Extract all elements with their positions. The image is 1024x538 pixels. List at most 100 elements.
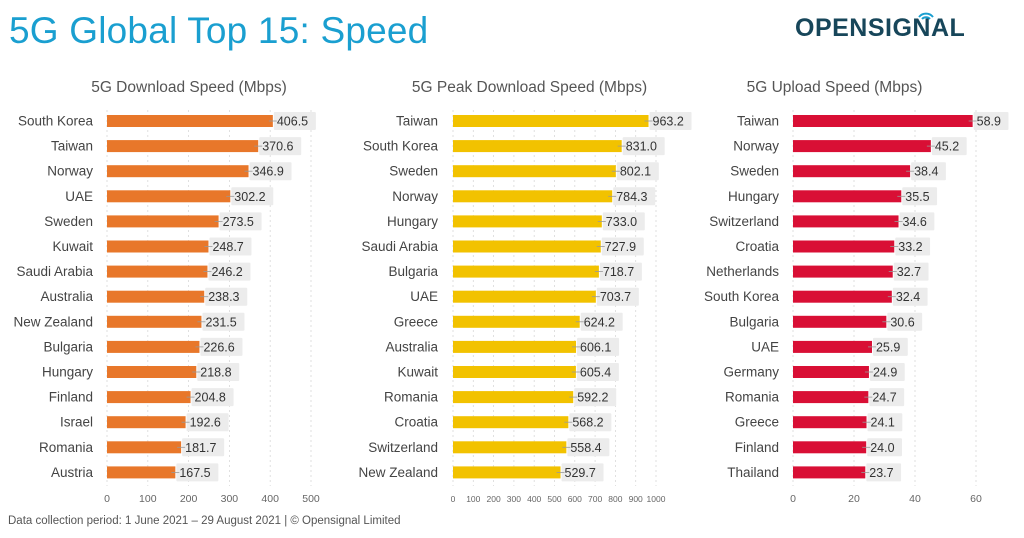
category-label: Kuwait — [397, 365, 438, 380]
category-label: Germany — [723, 365, 779, 380]
x-tick-label: 500 — [547, 494, 561, 504]
category-label: UAE — [751, 339, 779, 354]
footer-note: Data collection period: 1 June 2021 – 29… — [8, 515, 401, 527]
category-label: UAE — [410, 289, 438, 304]
x-tick-label: 500 — [302, 493, 320, 505]
category-label: Bulgaria — [729, 314, 779, 329]
bar — [793, 366, 869, 378]
bar — [107, 466, 176, 479]
x-tick-label: 800 — [608, 494, 622, 504]
category-label: Romania — [39, 440, 94, 455]
category-label: Bulgaria — [388, 264, 438, 279]
bar — [793, 315, 887, 328]
category-label: Romania — [384, 390, 439, 405]
category-label: South Korea — [363, 139, 439, 154]
value-label: 238.3 — [208, 290, 239, 304]
x-tick-label: 0 — [104, 493, 110, 505]
category-label: Sweden — [389, 164, 438, 179]
category-label: Taiwan — [51, 139, 93, 154]
value-label: 529.7 — [565, 466, 596, 480]
value-label: 605.4 — [580, 366, 611, 380]
category-label: Sweden — [44, 214, 93, 229]
value-label: 58.9 — [977, 115, 1001, 129]
x-tick-label: 200 — [487, 494, 501, 504]
value-label: 25.9 — [876, 340, 900, 354]
category-label: Austria — [51, 465, 94, 480]
category-label: Croatia — [735, 239, 779, 254]
bar — [453, 240, 601, 253]
category-label: Saudi Arabia — [361, 239, 438, 254]
category-label: UAE — [65, 189, 93, 204]
category-label: Croatia — [394, 415, 438, 430]
bar — [453, 441, 567, 454]
bar — [793, 140, 931, 153]
x-tick-label: 0 — [451, 494, 456, 504]
category-label: Switzerland — [709, 214, 779, 229]
category-label: Australia — [40, 289, 93, 304]
bar — [107, 240, 209, 253]
bar — [453, 190, 613, 203]
bar — [453, 265, 599, 278]
x-tick-label: 300 — [507, 494, 521, 504]
value-label: 24.0 — [870, 441, 894, 455]
bar — [793, 391, 869, 404]
category-label: Thailand — [727, 465, 779, 480]
bar — [793, 115, 973, 127]
value-label: 727.9 — [605, 240, 636, 254]
value-label: 32.7 — [897, 265, 921, 279]
x-tick-label: 600 — [568, 494, 582, 504]
category-label: Norway — [392, 189, 438, 204]
bar — [107, 165, 249, 178]
bar — [453, 315, 580, 328]
value-label: 30.6 — [890, 315, 914, 329]
value-label: 703.7 — [600, 290, 631, 304]
bar — [453, 215, 602, 228]
value-label: 218.8 — [200, 366, 231, 380]
value-label: 784.3 — [616, 190, 647, 204]
category-label: Switzerland — [368, 440, 438, 455]
x-tick-label: 60 — [970, 493, 982, 505]
x-tick-label: 400 — [527, 494, 541, 504]
bar — [793, 215, 899, 228]
bar — [453, 416, 569, 429]
bar — [107, 416, 186, 429]
value-label: 192.6 — [190, 416, 221, 430]
chart-title: 5G Upload Speed (Mbps) — [747, 79, 923, 96]
value-label: 606.1 — [580, 340, 611, 354]
bar — [793, 416, 867, 429]
bar — [107, 290, 205, 303]
bar — [107, 265, 208, 278]
bar — [453, 366, 576, 378]
bar — [107, 315, 202, 328]
bar — [453, 466, 561, 479]
bar — [793, 290, 892, 303]
category-label: Israel — [60, 415, 93, 430]
value-label: 23.7 — [869, 466, 893, 480]
category-label: Australia — [385, 339, 438, 354]
x-tick-label: 0 — [790, 493, 796, 505]
x-tick-label: 1000 — [647, 494, 666, 504]
value-label: 45.2 — [935, 140, 959, 154]
x-tick-label: 40 — [909, 493, 921, 505]
value-label: 24.1 — [871, 416, 895, 430]
category-label: South Korea — [18, 114, 94, 129]
value-label: 963.2 — [653, 115, 684, 129]
value-label: 346.9 — [253, 165, 284, 179]
x-tick-label: 200 — [180, 493, 198, 505]
chart-title: 5G Peak Download Speed (Mbps) — [412, 79, 647, 96]
bar — [453, 115, 649, 127]
value-label: 802.1 — [620, 165, 651, 179]
x-tick-label: 20 — [848, 493, 860, 505]
category-label: New Zealand — [13, 314, 93, 329]
category-label: Netherlands — [706, 264, 779, 279]
category-label: Finland — [735, 440, 779, 455]
value-label: 248.7 — [212, 240, 243, 254]
category-label: Greece — [735, 415, 779, 430]
x-tick-label: 100 — [466, 494, 480, 504]
value-label: 167.5 — [179, 466, 210, 480]
value-label: 273.5 — [223, 215, 254, 229]
category-label: Kuwait — [52, 239, 93, 254]
category-label: Taiwan — [737, 114, 779, 129]
bar — [793, 240, 895, 253]
bar — [793, 466, 866, 479]
